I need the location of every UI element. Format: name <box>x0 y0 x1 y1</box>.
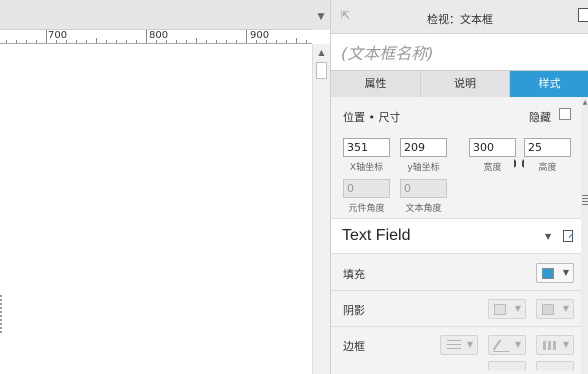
ruler-tick <box>276 40 277 43</box>
ruler-label-800: 800 <box>149 30 169 41</box>
height-caption: 高度 <box>538 163 557 173</box>
ruler-tick <box>186 40 187 43</box>
ruler-tick <box>236 40 237 43</box>
ruler-tick <box>206 40 207 43</box>
pen-icon <box>492 339 502 351</box>
y-coordinate-caption: y轴坐标 <box>407 163 440 173</box>
panel-scrollbar[interactable]: ▲ <box>580 97 588 374</box>
scroll-thumb[interactable] <box>316 62 327 79</box>
design-canvas[interactable] <box>0 45 312 374</box>
hide-checkbox[interactable] <box>559 108 571 120</box>
border-label: 边框 <box>343 340 365 353</box>
position-size-heading: 位置 • 尺寸 <box>343 111 401 124</box>
shadow-label: 阴影 <box>343 304 365 317</box>
inspector-tabs: 属性 说明 样式 <box>331 70 588 97</box>
border-extra-dropdown[interactable] <box>488 361 526 371</box>
dash-pattern-icon <box>543 341 557 350</box>
outer-shadow-icon <box>494 304 506 315</box>
page-icon[interactable] <box>578 8 588 22</box>
ruler-tick <box>106 40 107 43</box>
fill-color-dropdown[interactable]: ▼ <box>536 263 574 283</box>
ruler-tick <box>116 40 117 43</box>
widget-name-row: (文本框名称) <box>331 34 588 70</box>
ruler-tick <box>176 40 177 43</box>
chevron-down-icon: ▼ <box>514 304 521 313</box>
collapse-arrow-icon[interactable]: ▼ <box>312 0 330 30</box>
ruler-tick <box>16 40 17 43</box>
chevron-down-icon: ▼ <box>562 340 569 349</box>
canvas-vertical-scrollbar[interactable]: ▲ <box>312 44 330 374</box>
ruler-label-900: 900 <box>250 30 270 41</box>
inner-shadow-icon <box>542 304 554 315</box>
chevron-down-icon: ▼ <box>562 268 569 277</box>
shadow-row: 阴影 ▼ ▼ <box>331 291 581 327</box>
ruler-tick <box>246 30 247 43</box>
hide-label: 隐藏 <box>529 111 551 124</box>
ruler-tick <box>96 38 97 43</box>
ruler-tick <box>36 40 37 43</box>
canvas-toolbar-strip <box>0 0 312 30</box>
outer-shadow-dropdown[interactable]: ▼ <box>488 299 526 319</box>
element-angle-caption: 元件角度 <box>348 204 385 214</box>
fill-label: 填充 <box>343 268 365 281</box>
ruler-tick <box>136 40 137 43</box>
width-caption: 宽度 <box>483 163 502 173</box>
ruler-label-700: 700 <box>48 30 68 41</box>
tab-style[interactable]: 样式 <box>510 71 588 97</box>
pen-color-line <box>493 351 509 352</box>
tab-notes[interactable]: 说明 <box>421 71 510 97</box>
widget-name-input[interactable]: (文本框名称) <box>341 40 434 64</box>
border-thickness-dropdown[interactable]: ▼ <box>440 335 478 355</box>
ruler-tick <box>6 40 7 43</box>
panel-title: 检视：文本框 <box>427 13 493 26</box>
inspector-panel: ⇱ 检视：文本框 (文本框名称) 属性 说明 样式 ▲ 位置 • 尺寸 隐藏 3… <box>330 0 588 374</box>
chevron-down-icon: ▼ <box>562 304 569 313</box>
ruler-tick <box>296 38 297 43</box>
edit-style-icon[interactable] <box>563 230 573 242</box>
tab-properties[interactable]: 属性 <box>331 71 421 97</box>
ruler-tick <box>216 40 217 43</box>
fill-color-swatch <box>542 268 554 279</box>
ruler-tick <box>76 40 77 43</box>
aspect-lock-icon[interactable] <box>514 159 524 168</box>
ruler-tick <box>306 40 307 43</box>
ruler-tick <box>26 40 27 43</box>
border-row: 边框 ▼ ▼ ▼ <box>331 327 581 371</box>
panel-grip-icon[interactable] <box>582 195 588 205</box>
text-angle-caption: 文本角度 <box>405 204 442 214</box>
height-input[interactable]: 25 <box>524 138 571 157</box>
line-thickness-icon <box>447 340 461 351</box>
panel-header: ⇱ 检视：文本框 <box>331 0 588 34</box>
inner-shadow-dropdown[interactable]: ▼ <box>536 299 574 319</box>
scroll-up-arrow-icon[interactable]: ▲ <box>313 46 330 60</box>
ruler-tick <box>46 30 47 43</box>
canvas-area: ▼ 700 800 900 ▲ <box>0 0 330 374</box>
chevron-down-icon: ▼ <box>514 340 521 349</box>
ruler-tick <box>226 40 227 43</box>
ruler-tick <box>196 38 197 43</box>
text-angle-input[interactable]: 0 <box>400 179 447 198</box>
x-coordinate-input[interactable]: 351 <box>343 138 390 157</box>
widget-type-label: Text Field <box>342 227 411 244</box>
border-extra-dropdown-2[interactable] <box>536 361 574 371</box>
ruler-tick <box>286 40 287 43</box>
chevron-down-icon[interactable]: ▼ <box>545 232 551 241</box>
style-panel-body: 位置 • 尺寸 隐藏 351 X轴坐标 209 y轴坐标 300 宽度 25 高… <box>331 97 581 374</box>
x-coordinate-caption: X轴坐标 <box>349 163 384 173</box>
y-coordinate-input[interactable]: 209 <box>400 138 447 157</box>
ruler-tick <box>146 30 147 43</box>
panel-scroll-up-icon[interactable]: ▲ <box>581 99 588 106</box>
element-angle-input[interactable]: 0 <box>343 179 390 198</box>
border-pattern-dropdown[interactable]: ▼ <box>536 335 574 355</box>
ruler-tick <box>126 40 127 43</box>
chevron-down-icon: ▼ <box>466 340 473 349</box>
widget-type-row[interactable]: Text Field ▼ <box>331 218 581 254</box>
guide-line <box>0 295 2 335</box>
ruler-tick <box>86 40 87 43</box>
fill-row: 填充 ▼ <box>331 255 581 291</box>
border-color-dropdown[interactable]: ▼ <box>488 335 526 355</box>
horizontal-ruler: 700 800 900 <box>0 30 312 44</box>
width-input[interactable]: 300 <box>469 138 516 157</box>
app-window: ▼ 700 800 900 ▲ ⇱ 检视：文本框 (文本框名称) 属性 说明 样… <box>0 0 588 374</box>
